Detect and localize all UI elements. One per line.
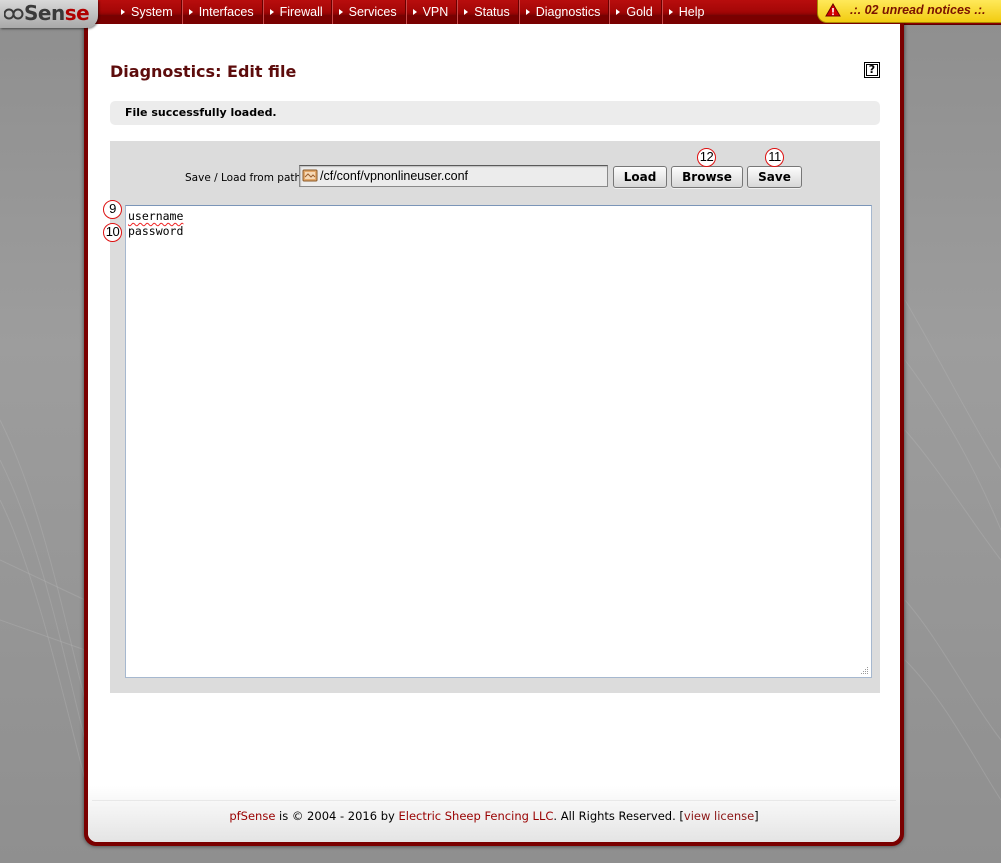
- logo-mark-icon: [4, 8, 24, 20]
- menu-arrow-icon: [616, 9, 621, 15]
- file-content-textarea[interactable]: username password: [125, 205, 872, 678]
- help-icon[interactable]: ?: [864, 62, 880, 78]
- resize-grip-icon[interactable]: [860, 666, 869, 675]
- menu-arrow-icon: [121, 9, 125, 15]
- pfsense-logo[interactable]: Sense: [0, 0, 98, 28]
- file-line-text: username: [128, 209, 184, 223]
- menu-arrow-icon: [464, 9, 469, 15]
- menu-label: Gold: [626, 5, 653, 19]
- content-frame: Diagnostics: Edit file ? File successful…: [84, 16, 904, 846]
- view-license-link[interactable]: view license: [684, 809, 754, 823]
- menu-label: Services: [348, 5, 397, 19]
- menu-label: Firewall: [279, 5, 323, 19]
- load-button[interactable]: Load: [613, 166, 667, 188]
- logo-text-part: Sen: [24, 1, 65, 25]
- menu-arrow-icon: [525, 9, 530, 15]
- warning-icon: [825, 3, 841, 17]
- file-line: username: [128, 209, 183, 224]
- menu-arrow-icon: [412, 9, 417, 15]
- menu-label: System: [131, 5, 173, 19]
- footer-product: pfSense: [229, 809, 276, 823]
- footer: pfSense is © 2004 - 2016 by Electric She…: [88, 809, 900, 823]
- menu-arrow-icon: [668, 9, 673, 15]
- menu-vpn[interactable]: VPN: [404, 0, 457, 24]
- menu-diagnostics[interactable]: Diagnostics: [517, 0, 609, 24]
- footer-divider: [92, 800, 896, 801]
- menu-label: Interfaces: [198, 5, 254, 19]
- menu-gold[interactable]: Gold: [607, 0, 663, 24]
- file-icon: [302, 169, 318, 182]
- footer-text: is © 2004 - 2016 by: [275, 809, 399, 823]
- annotation-marker-10: 10: [103, 223, 122, 242]
- page-title: Diagnostics: Edit file: [110, 62, 297, 81]
- footer-text: . All Rights Reserved. [: [553, 809, 684, 823]
- menu-status[interactable]: Status: [455, 0, 520, 24]
- menu-label: Status: [474, 5, 510, 19]
- path-field: [299, 165, 608, 187]
- path-input[interactable]: [320, 166, 604, 186]
- main-menu: System Interfaces Firewall Services VPN …: [112, 0, 711, 24]
- menu-label: VPN: [422, 5, 449, 19]
- menu-label: Help: [678, 5, 705, 19]
- status-message-box: File successfully loaded.: [110, 101, 880, 125]
- menu-label: Diagnostics: [535, 5, 601, 19]
- menu-firewall[interactable]: Firewall: [261, 0, 332, 24]
- menu-system[interactable]: System: [112, 0, 182, 24]
- edit-file-panel: Save / Load from path: Load Browse Save …: [110, 141, 880, 693]
- annotation-marker-9: 9: [103, 200, 122, 219]
- logo-text-highlight: se: [64, 1, 90, 25]
- browse-button[interactable]: Browse: [671, 166, 743, 188]
- path-label: Save / Load from path:: [185, 172, 305, 184]
- annotation-marker-12: 12: [697, 148, 716, 167]
- menu-arrow-icon: [338, 9, 343, 15]
- footer-text: ]: [754, 809, 759, 823]
- file-line: password: [128, 224, 183, 239]
- content-area: Diagnostics: Edit file ? File successful…: [88, 24, 900, 842]
- logo-text: Sense: [24, 1, 90, 25]
- menu-services[interactable]: Services: [330, 0, 406, 24]
- menu-interfaces[interactable]: Interfaces: [180, 0, 263, 24]
- footer-company: Electric Sheep Fencing LLC: [398, 809, 554, 823]
- status-message: File successfully loaded.: [125, 106, 277, 119]
- save-button[interactable]: Save: [747, 166, 802, 188]
- annotation-marker-11: 11: [765, 148, 784, 167]
- notices-text: .:. 02 unread notices .:.: [850, 3, 986, 17]
- file-content-lines: username password: [128, 209, 183, 238]
- file-line-text: password: [128, 223, 184, 238]
- unread-notices-button[interactable]: .:. 02 unread notices .:.: [817, 0, 1001, 23]
- menu-arrow-icon: [269, 9, 274, 15]
- menu-help[interactable]: Help: [660, 0, 712, 24]
- menu-arrow-icon: [188, 9, 193, 15]
